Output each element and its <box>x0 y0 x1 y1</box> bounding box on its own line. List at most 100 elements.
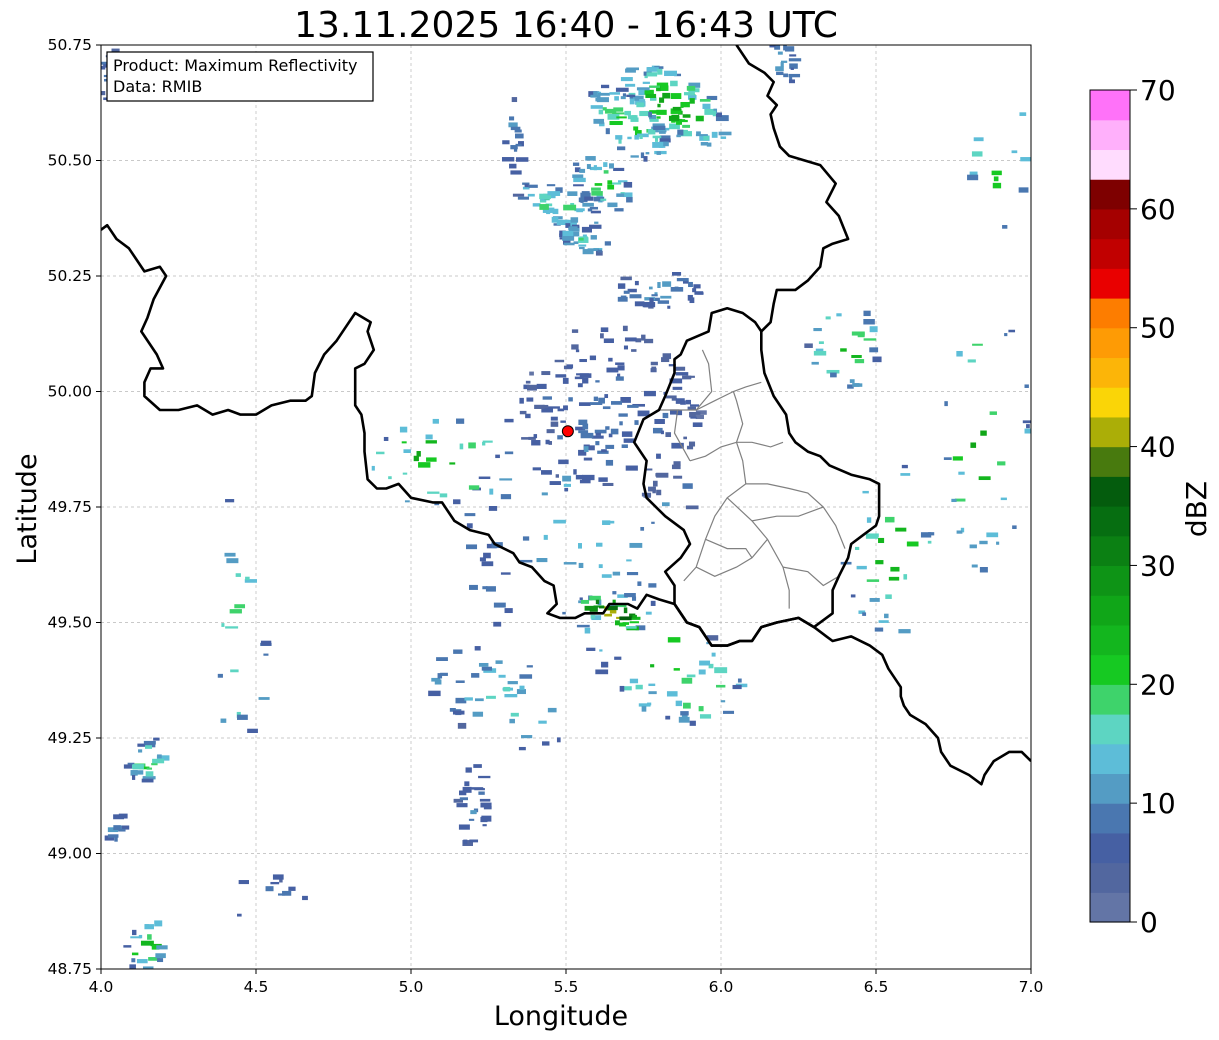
echo-cell <box>804 343 813 348</box>
echo-cell <box>226 558 239 564</box>
echo-cell <box>578 430 589 434</box>
echo-cell <box>683 92 695 96</box>
echo-cell <box>557 435 563 440</box>
echo-cell <box>504 693 518 698</box>
echo-cell <box>678 716 690 723</box>
echo-cell <box>538 720 547 724</box>
echo-cell <box>230 669 239 673</box>
echo-cell <box>145 771 154 777</box>
echo-cell <box>519 410 527 415</box>
echo-cell <box>956 350 963 357</box>
echo-cell <box>662 281 672 287</box>
echo-cell <box>631 349 637 352</box>
echo-cell <box>630 155 639 158</box>
echo-cell <box>601 661 609 668</box>
echo-cell <box>646 67 659 72</box>
echo-cell <box>601 574 612 578</box>
echo-cell <box>634 420 639 425</box>
echo-cell <box>664 70 677 77</box>
echo-cell <box>549 481 561 485</box>
echo-cell <box>555 474 559 478</box>
data-source-label: Data: RMIB <box>113 77 202 96</box>
echo-cell <box>465 767 472 773</box>
echo-cell <box>970 442 977 448</box>
echo-cell <box>681 677 693 684</box>
echo-cell <box>502 140 510 145</box>
echo-cell <box>652 135 662 139</box>
echo-cell <box>656 151 661 155</box>
echo-cell <box>595 432 601 436</box>
echo-cell <box>811 361 819 365</box>
radar-map-figure: 13.11.2025 16:40 - 16:43 UTC Product: Ma… <box>12 5 1213 1032</box>
echo-cell <box>619 616 632 621</box>
echo-cell <box>1011 150 1018 154</box>
echo-cell <box>260 640 272 646</box>
echo-cell <box>575 349 580 353</box>
echo-cell <box>519 685 525 690</box>
echo-cell <box>776 71 784 76</box>
colorbar: 0 10 20 30 40 50 60 70 dBZ <box>1089 74 1213 939</box>
echo-cell <box>541 371 551 376</box>
echo-cell <box>1024 428 1031 434</box>
echo-cell <box>456 803 468 808</box>
echo-cell <box>468 485 480 490</box>
echo-cell <box>657 68 663 75</box>
echo-cell <box>302 895 308 901</box>
echo-cell <box>600 198 607 201</box>
echo-cell <box>580 200 584 203</box>
echo-cell <box>676 134 681 138</box>
echo-cell <box>609 92 621 95</box>
echo-cell <box>603 170 609 174</box>
echo-cell <box>432 418 439 424</box>
colorbar-band <box>1090 714 1130 745</box>
echo-cell <box>623 192 633 198</box>
echo-cell <box>830 372 837 378</box>
echo-cell <box>507 681 518 685</box>
echo-cell <box>459 443 464 450</box>
echo-cell <box>676 278 689 282</box>
echo-cell <box>473 764 482 768</box>
echo-cell <box>136 959 148 964</box>
echo-cell <box>626 94 636 98</box>
echo-cell <box>680 711 689 716</box>
echo-cell <box>153 737 160 741</box>
echo-cell <box>956 530 963 534</box>
echo-cell <box>575 474 584 480</box>
echo-cell <box>656 489 662 496</box>
echo-cell <box>462 786 472 793</box>
echo-cell <box>145 745 153 749</box>
echo-cell <box>648 691 657 695</box>
echo-cell <box>590 105 603 109</box>
echo-cell <box>655 473 663 477</box>
echo-cell <box>418 462 431 468</box>
echo-cell <box>238 880 249 885</box>
colorbar-band <box>1090 565 1130 596</box>
echo-cell <box>586 647 596 651</box>
echo-cell <box>685 399 692 405</box>
echo-cell <box>466 544 478 550</box>
echo-cell <box>630 117 639 122</box>
x-tick-label: 5.5 <box>554 978 579 996</box>
echo-cell <box>624 110 631 116</box>
x-tick-label: 5.0 <box>399 978 424 996</box>
echo-cell <box>144 924 149 929</box>
echo-cell <box>869 347 879 353</box>
echo-cell <box>657 300 670 304</box>
colorbar-band <box>1090 506 1130 537</box>
colorbar-tick-label: 20 <box>1140 668 1176 701</box>
echo-cell <box>605 444 615 449</box>
echo-cell <box>662 353 672 359</box>
echo-cell <box>563 562 577 565</box>
echo-cell <box>504 451 514 455</box>
echo-cell <box>623 345 629 350</box>
echo-cell <box>617 283 626 289</box>
echo-cell <box>403 449 411 453</box>
echo-cell <box>682 124 691 128</box>
echo-cell <box>659 97 665 103</box>
echo-cell <box>605 426 610 430</box>
echo-cell <box>132 929 137 936</box>
echo-cell <box>481 561 494 567</box>
echo-cell <box>850 594 856 598</box>
echo-cell <box>155 953 166 959</box>
echo-cell <box>616 146 626 151</box>
